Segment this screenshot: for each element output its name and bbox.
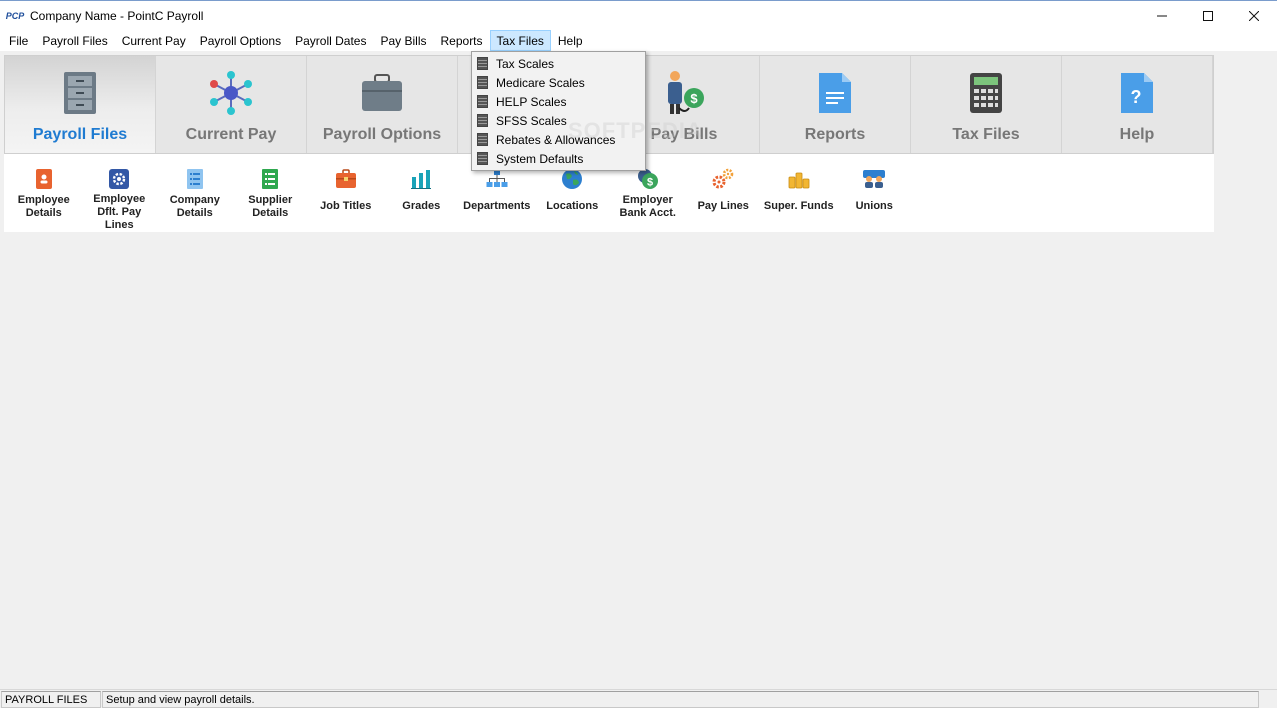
minimize-button[interactable] — [1139, 1, 1185, 31]
gears-icon — [712, 168, 734, 190]
svg-text:$: $ — [647, 177, 653, 189]
dropdown-item-label: Medicare Scales — [496, 75, 585, 90]
menu-help[interactable]: Help — [551, 30, 590, 51]
maximize-icon — [1203, 11, 1213, 21]
briefcase-icon — [359, 70, 405, 116]
tab-label: Current Pay — [185, 126, 277, 143]
bank-dollar-icon: $ — [637, 168, 659, 190]
calculator-icon — [477, 76, 488, 89]
tab-payroll-files[interactable]: Payroll Files — [5, 56, 156, 153]
coins-icon — [788, 168, 810, 190]
app-logo: PCP — [5, 10, 25, 21]
menu-bar: File Payroll Files Current Pay Payroll O… — [0, 30, 1277, 51]
workspace — [0, 232, 1277, 688]
tab-payroll-options[interactable]: Payroll Options — [307, 56, 458, 153]
maximize-button[interactable] — [1185, 1, 1231, 31]
calculator-icon — [477, 95, 488, 108]
grades-button[interactable]: Grades — [384, 154, 460, 232]
dropdown-item-medicare-scales[interactable]: Medicare Scales — [472, 73, 645, 92]
filing-cabinet-icon — [57, 70, 103, 116]
close-icon — [1249, 11, 1259, 21]
super-funds-button[interactable]: Super. Funds — [761, 154, 837, 232]
person-dollar-icon: $ — [661, 70, 707, 116]
people-icon — [863, 168, 886, 190]
green-list-icon — [259, 168, 281, 190]
menu-payroll-files[interactable]: Payroll Files — [35, 30, 114, 51]
sub-item-label: Grades — [402, 200, 441, 212]
gear-settings-icon — [108, 168, 130, 189]
calculator-icon — [477, 133, 488, 146]
document-icon — [812, 70, 858, 116]
tab-current-pay[interactable]: Current Pay — [156, 56, 307, 153]
tab-label: Reports — [804, 126, 866, 143]
menu-file[interactable]: File — [2, 30, 35, 51]
sub-item-label: Super. Funds — [763, 200, 834, 212]
dropdown-item-label: SFSS Scales — [496, 113, 567, 128]
sub-item-label: Supplier Details — [248, 194, 293, 219]
svg-text:?: ? — [1131, 87, 1142, 107]
dropdown-item-label: Tax Scales — [496, 56, 555, 71]
menu-current-pay[interactable]: Current Pay — [115, 30, 193, 51]
employee-default-pay-lines-button[interactable]: Employee Dflt. Pay Lines — [82, 154, 158, 232]
title-bar: PCP Company Name - PointC Payroll — [0, 0, 1277, 30]
menu-payroll-options[interactable]: Payroll Options — [193, 30, 288, 51]
supplier-details-button[interactable]: Supplier Details — [233, 154, 309, 232]
watermark: SOFTPEDIA — [568, 118, 703, 143]
job-titles-button[interactable]: Job Titles — [308, 154, 384, 232]
company-details-button[interactable]: Company Details — [157, 154, 233, 232]
tab-reports[interactable]: Reports — [760, 56, 911, 153]
sub-item-label: Locations — [546, 200, 599, 212]
dropdown-item-label: HELP Scales — [496, 94, 567, 109]
status-bar: PAYROLL FILES Setup and view payroll det… — [0, 689, 1277, 708]
sub-item-label: Departments — [463, 200, 531, 212]
list-document-icon — [184, 168, 206, 190]
employee-details-button[interactable]: Employee Details — [6, 154, 82, 232]
dropdown-item-label: System Defaults — [496, 151, 584, 166]
tab-label: Payroll Options — [322, 126, 442, 143]
dropdown-item-tax-scales[interactable]: Tax Scales — [472, 54, 645, 73]
dropdown-item-help-scales[interactable]: HELP Scales — [472, 92, 645, 111]
tax-files-dropdown: Tax Scales Medicare Scales HELP Scales S… — [471, 51, 646, 171]
sub-item-label: Unions — [855, 200, 893, 212]
globe-icon — [561, 168, 583, 190]
tab-label: Help — [1119, 126, 1155, 143]
sub-item-label: Job Titles — [320, 200, 372, 212]
menu-payroll-dates[interactable]: Payroll Dates — [288, 30, 373, 51]
menu-pay-bills[interactable]: Pay Bills — [373, 30, 433, 51]
pay-lines-button[interactable]: Pay Lines — [686, 154, 762, 232]
sub-item-label: Employee Dflt. Pay Lines — [93, 193, 146, 231]
menu-tax-files[interactable]: Tax Files — [489, 30, 551, 51]
sub-item-label: Employee Details — [17, 194, 70, 219]
tab-tax-files[interactable]: Tax Files — [911, 56, 1062, 153]
briefcase-icon — [335, 168, 357, 190]
dropdown-item-system-defaults[interactable]: System Defaults — [472, 149, 645, 168]
window-controls — [1139, 1, 1277, 31]
tab-help[interactable]: ? Help — [1062, 56, 1213, 153]
help-document-icon: ? — [1114, 70, 1160, 116]
bar-chart-icon — [410, 168, 432, 190]
calculator-icon — [477, 152, 488, 165]
calculator-icon — [963, 70, 1009, 116]
tab-label: Tax Files — [952, 126, 1020, 143]
svg-text:$: $ — [690, 91, 698, 106]
status-message: Setup and view payroll details. — [102, 690, 1259, 708]
contact-book-icon — [33, 168, 55, 190]
sub-item-label: Employer Bank Acct. — [619, 194, 676, 219]
window-title: Company Name - PointC Payroll — [30, 8, 204, 23]
close-button[interactable] — [1231, 1, 1277, 31]
calculator-icon — [477, 114, 488, 127]
sub-item-label: Pay Lines — [697, 200, 749, 212]
calculator-icon — [477, 57, 488, 70]
menu-reports[interactable]: Reports — [434, 30, 490, 51]
org-chart-icon — [486, 168, 508, 190]
unions-button[interactable]: Unions — [837, 154, 913, 232]
minimize-icon — [1157, 15, 1167, 17]
tab-label: Payroll Files — [32, 126, 128, 143]
network-nodes-icon — [208, 70, 254, 116]
sub-item-label: Company Details — [169, 194, 220, 219]
status-section: PAYROLL FILES — [1, 690, 101, 708]
